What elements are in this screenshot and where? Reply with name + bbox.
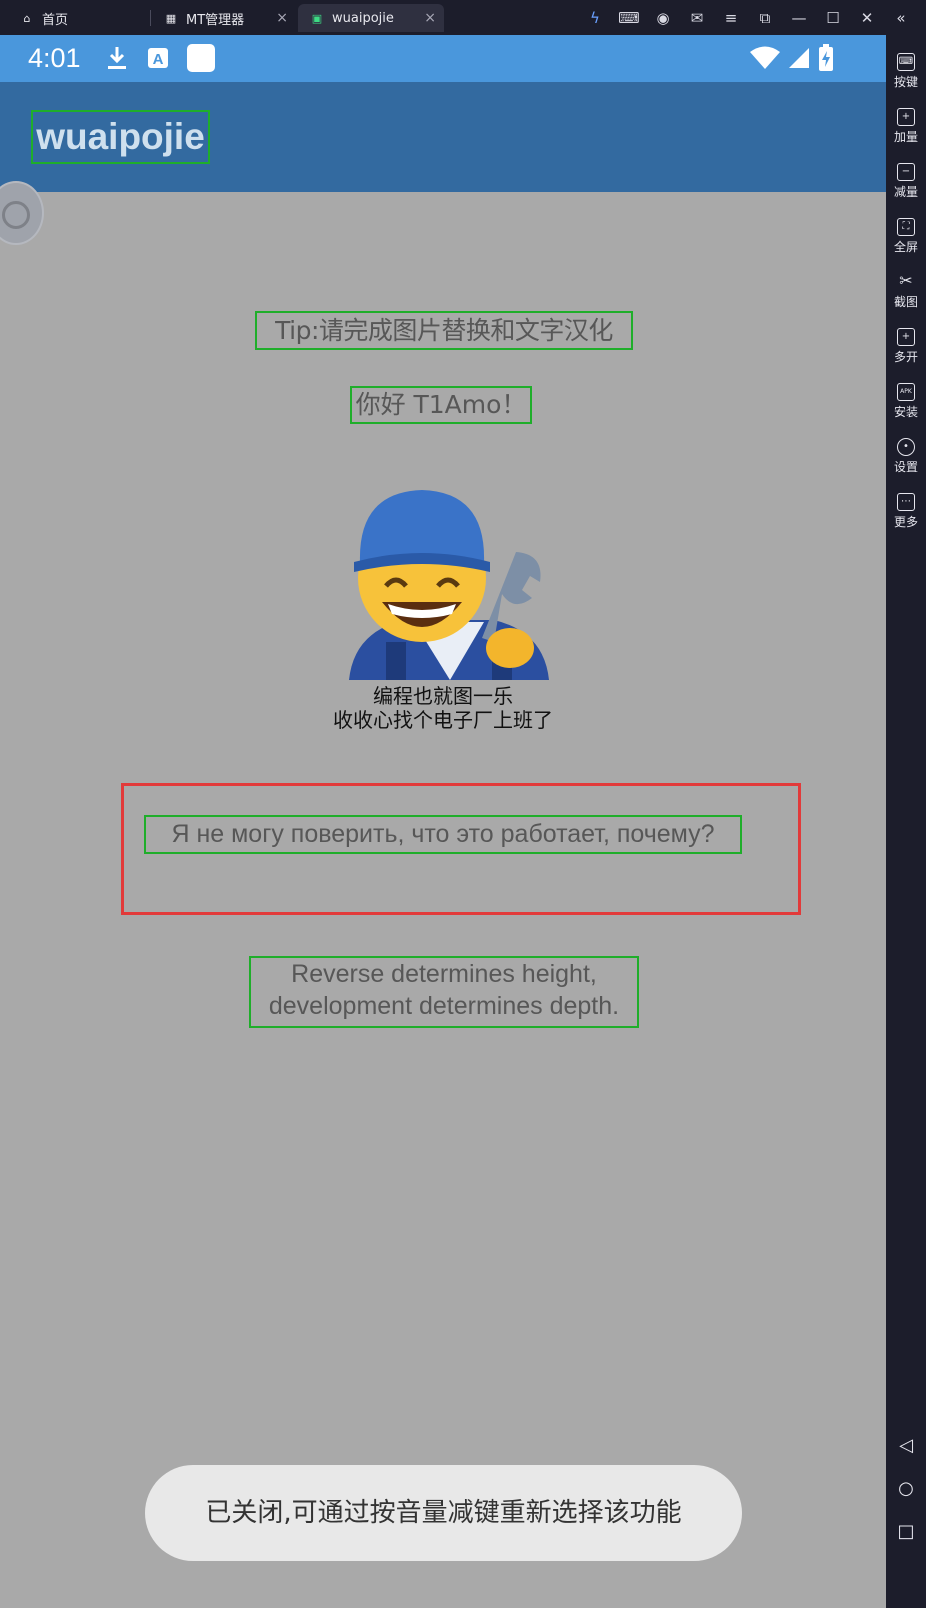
sidebar-item-fullscreen[interactable]: ⛶ 全屏 [886, 210, 926, 262]
apk-install-icon: APK [897, 383, 915, 401]
sidebar-item-label: 加量 [893, 130, 918, 144]
sidebar-item-more[interactable]: ⋯ 更多 [886, 485, 926, 537]
sidebar-item-label: 设置 [893, 460, 918, 474]
sidebar-item-label: 截图 [893, 295, 918, 309]
svg-text:A: A [153, 51, 164, 68]
app-title: wuaipojie [31, 110, 210, 164]
app-square-icon [186, 43, 216, 73]
toast-message: 已关闭,可通过按音量减键重新选择该功能 [145, 1465, 742, 1561]
close-icon[interactable]: × [424, 10, 436, 26]
status-bar: 4:01 A [0, 35, 886, 82]
quote-line-2: development determines depth. [268, 992, 620, 1020]
quote-line-1: Reverse determines height, [291, 960, 597, 988]
sidebar-item-label: 安装 [893, 405, 918, 419]
scissors-icon: ✂ [899, 271, 913, 290]
reverse-quote-text: Reverse determines height, development d… [249, 956, 639, 1028]
sidebar-item-volume-up[interactable]: + 加量 [886, 100, 926, 152]
russian-text: Я не могу поверить, что это работает, по… [144, 815, 742, 854]
minimize-button[interactable]: — [782, 6, 816, 30]
emulator-sidebar: ⌨ 按键 + 加量 − 减量 ⛶ 全屏 ✂ 截图 + 多开 APK 安装 • 设… [886, 35, 926, 1608]
sidebar-item-label: 多开 [893, 350, 918, 364]
caption-line-1: 编程也就图一乐 [373, 684, 513, 708]
emulator-screen: 4:01 A wuaipojie Tip:请完成图片替换和文字汉化 你好 T1A… [0, 35, 886, 1608]
collapse-sidebar-icon[interactable]: « [884, 6, 918, 30]
tab-bar: ⌂ 首页 ▦ MT管理器 × ▣ wuaipojie × ϟ ⌨ ◉ ✉ ≡ ⧉… [0, 0, 926, 35]
sidebar-item-label: 全屏 [893, 240, 918, 254]
tab-label: 首页 [42, 12, 69, 28]
multi-open-icon: + [897, 328, 915, 346]
window-controls: ϟ ⌨ ◉ ✉ ≡ ⧉ — ☐ ✕ « [578, 6, 918, 30]
download-icon [104, 45, 130, 71]
close-icon[interactable]: × [276, 10, 288, 26]
tab-mt-manager[interactable]: ▦ MT管理器 × [152, 4, 296, 32]
sidebar-item-volume-down[interactable]: − 减量 [886, 155, 926, 207]
tab-home[interactable]: ⌂ 首页 [8, 4, 148, 32]
sidebar-item-install[interactable]: APK 安装 [886, 375, 926, 427]
sidebar-item-multi-open[interactable]: + 多开 [886, 320, 926, 372]
bug-icon [2, 201, 30, 229]
gamepad-icon[interactable]: ⌨ [612, 6, 646, 30]
tip-text: Tip:请完成图片替换和文字汉化 [255, 311, 633, 350]
recents-icon[interactable]: □ [895, 1521, 917, 1543]
lightning-icon[interactable]: ϟ [578, 6, 612, 30]
translate-icon: A [145, 45, 171, 71]
volume-up-icon: + [897, 108, 915, 126]
mail-icon[interactable]: ✉ [680, 6, 714, 30]
sidebar-item-keys[interactable]: ⌨ 按键 [886, 45, 926, 97]
keyboard-icon: ⌨ [897, 53, 915, 71]
user-icon[interactable]: ◉ [646, 6, 680, 30]
menu-icon[interactable]: ≡ [714, 6, 748, 30]
sidebar-item-screenshot[interactable]: ✂ 截图 [886, 265, 926, 317]
sidebar-item-label: 按键 [893, 75, 918, 89]
back-icon[interactable]: ◁ [895, 1435, 917, 1457]
tab-label: wuaipojie [332, 10, 394, 26]
tab-label: MT管理器 [186, 12, 245, 28]
volume-down-icon: − [897, 163, 915, 181]
wifi-icon [748, 45, 782, 71]
restore-icon[interactable]: ⧉ [748, 6, 782, 30]
mechanic-emoji-image [349, 490, 549, 680]
sidebar-item-label: 更多 [893, 515, 918, 529]
more-icon: ⋯ [897, 493, 915, 511]
signal-icon [786, 45, 812, 71]
hello-text: 你好 T1Amo！ [350, 386, 532, 424]
fullscreen-icon: ⛶ [897, 218, 915, 236]
caption-line-2: 收收心找个电子厂上班了 [333, 708, 553, 732]
sidebar-item-label: 减量 [893, 185, 918, 199]
home-nav-icon[interactable]: ○ [895, 1478, 917, 1500]
maximize-button[interactable]: ☐ [816, 6, 850, 30]
tab-divider [150, 10, 151, 26]
battery-charging-icon [816, 44, 836, 71]
mt-app-icon: ▦ [165, 11, 177, 25]
sidebar-item-settings[interactable]: • 设置 [886, 430, 926, 482]
home-icon: ⌂ [23, 11, 31, 25]
tab-wuaipojie[interactable]: ▣ wuaipojie × [298, 4, 444, 32]
image-caption: 编程也就图一乐 收收心找个电子厂上班了 [300, 684, 586, 732]
status-time: 4:01 [28, 43, 81, 73]
close-window-button[interactable]: ✕ [850, 6, 884, 30]
android-app-icon: ▣ [311, 11, 323, 25]
settings-icon: • [897, 438, 915, 456]
app-bar: wuaipojie [0, 82, 886, 192]
